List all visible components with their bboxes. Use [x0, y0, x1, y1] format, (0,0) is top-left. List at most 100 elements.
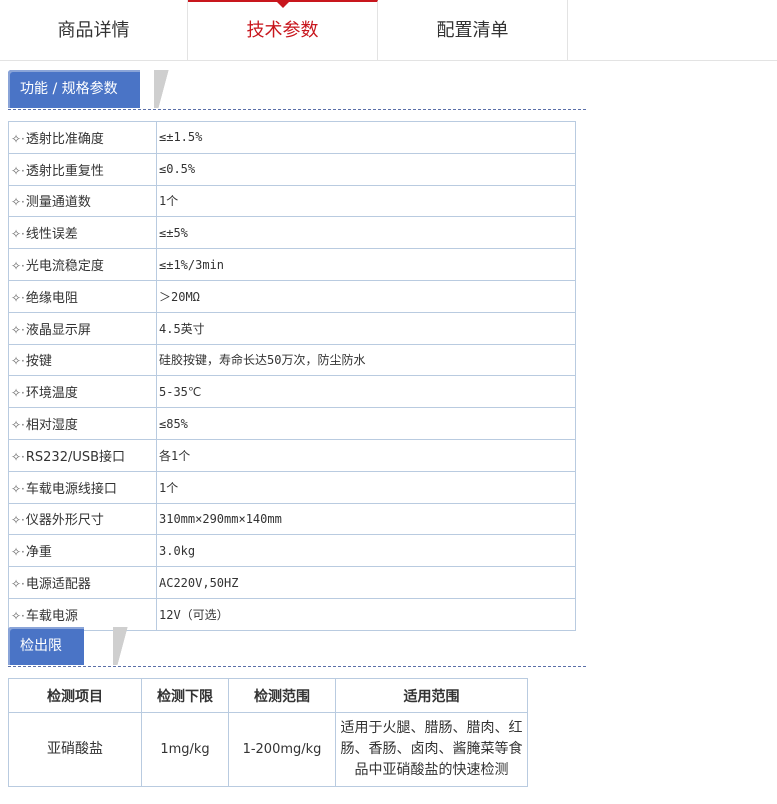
spec-key: ✧·环境温度	[8, 375, 157, 409]
spec-key-label: 绝缘电阻	[25, 290, 78, 306]
spec-key-label: 按键	[25, 354, 52, 370]
spec-key-label: 净重	[25, 545, 52, 561]
sparkle-bullet-icon: ✧·	[11, 131, 25, 146]
table-row: ✧·车载电源 12V（可选）	[8, 597, 576, 631]
detect-scope: 适用于火腿、腊肠、腊肉、红肠、香肠、卤肉、酱腌菜等食品中亚硝酸盐的快速检测	[335, 712, 528, 787]
sparkle-bullet-icon: ✧·	[11, 163, 25, 178]
spec-table: ✧·透射比准确度 ≤±1.5% ✧·透射比重复性 ≤0.5% ✧·测量通道数 1个 ✧·线性…	[8, 121, 576, 631]
table-row: ✧·液晶显示屏 4.5英寸	[8, 311, 576, 345]
spec-value: ≤±1%/3min	[156, 248, 576, 281]
section-divider	[8, 109, 586, 110]
sparkle-bullet-icon: ✧·	[11, 386, 25, 401]
detect-section-header: 检出限	[8, 627, 586, 667]
table-row: ✧·电源适配器 AC220V,50HZ	[8, 566, 576, 599]
sparkle-bullet-icon: ✧·	[11, 259, 25, 274]
spec-key: ✧·净重	[8, 534, 157, 568]
section-slant-decoration	[113, 627, 135, 665]
sparkle-bullet-icon: ✧·	[11, 354, 25, 369]
table-row: ✧·线性误差 ≤±5%	[8, 216, 576, 250]
sparkle-bullet-icon: ✧·	[11, 608, 25, 623]
spec-key-label: RS232/USB接口	[25, 449, 126, 465]
tab-config-list[interactable]: 配置清单	[378, 0, 568, 60]
spec-key-label: 仪器外形尺寸	[25, 513, 104, 529]
spec-section-title: 功能 / 规格参数	[8, 70, 140, 108]
spec-key-label: 线性误差	[25, 227, 78, 243]
spec-value: 各1个	[156, 438, 576, 472]
spec-section-header: 功能 / 规格参数	[8, 70, 586, 110]
spec-key-label: 车载电源	[25, 608, 78, 624]
spec-value: 4.5英寸	[156, 311, 576, 345]
spec-key: ✧·透射比重复性	[8, 152, 157, 186]
spec-value: ≤±5%	[156, 216, 576, 250]
spec-key-label: 液晶显示屏	[25, 322, 91, 338]
sparkle-bullet-icon: ✧·	[11, 545, 25, 560]
sparkle-bullet-icon: ✧·	[11, 577, 25, 592]
spec-value: 5-35℃	[156, 375, 576, 409]
table-row: ✧·净重 3.0kg	[8, 534, 576, 568]
section-divider	[8, 666, 586, 667]
sparkle-bullet-icon: ✧·	[11, 481, 25, 496]
spec-key: ✧·透射比准确度	[8, 121, 157, 154]
spec-value: AC220V,50HZ	[156, 566, 576, 599]
spec-value: ≤85%	[156, 407, 576, 440]
spec-key: ✧·线性误差	[8, 216, 157, 250]
spec-key: ✧·电源适配器	[8, 566, 157, 599]
section-slant-decoration	[154, 70, 176, 108]
spec-key-label: 光电流稳定度	[25, 259, 104, 275]
table-row: ✧·透射比准确度 ≤±1.5%	[8, 121, 576, 154]
sparkle-bullet-icon: ✧·	[11, 418, 25, 433]
product-tabs: 商品详情 技术参数 配置清单	[0, 0, 777, 61]
spec-value: 1个	[156, 470, 576, 504]
detect-header-lower: 检测下限	[141, 678, 229, 713]
table-row: ✧·RS232/USB接口 各1个	[8, 438, 576, 472]
spec-key-label: 车载电源线接口	[25, 481, 117, 497]
detect-range: 1-200mg/kg	[228, 712, 336, 787]
table-row: ✧·绝缘电阻 ＞20MΩ	[8, 279, 576, 313]
table-row: ✧·按键 硅胶按键，寿命长达50万次，防尘防水	[8, 343, 576, 377]
spec-key-label: 测量通道数	[25, 195, 91, 211]
detect-item: 亚硝酸盐	[8, 712, 142, 787]
sparkle-bullet-icon: ✧·	[11, 195, 25, 210]
spec-key-label: 透射比重复性	[25, 163, 104, 179]
spec-key: ✧·仪器外形尺寸	[8, 502, 157, 536]
spec-key-label: 相对湿度	[25, 418, 78, 434]
sparkle-bullet-icon: ✧·	[11, 322, 25, 337]
tab-product-details[interactable]: 商品详情	[0, 0, 188, 60]
spec-key-label: 透射比准确度	[25, 131, 104, 147]
table-row: ✧·仪器外形尺寸 310mm×290mm×140mm	[8, 502, 576, 536]
spec-key: ✧·测量通道数	[8, 184, 157, 218]
spec-value: 1个	[156, 184, 576, 218]
active-tab-indicator	[276, 2, 289, 8]
tab-tech-params-label: 技术参数	[246, 20, 319, 41]
table-row: ✧·光电流稳定度 ≤±1%/3min	[8, 248, 576, 281]
sparkle-bullet-icon: ✧·	[11, 513, 25, 528]
table-row: 亚硝酸盐 1mg/kg 1-200mg/kg 适用于火腿、腊肠、腊肉、红肠、香肠…	[8, 712, 528, 787]
spec-key-label: 环境温度	[25, 386, 78, 402]
detect-header-scope: 适用范围	[335, 678, 528, 713]
table-row: ✧·环境温度 5-35℃	[8, 375, 576, 409]
sparkle-bullet-icon: ✧·	[11, 449, 25, 464]
tab-tech-params[interactable]: 技术参数	[188, 0, 378, 60]
detect-lower: 1mg/kg	[141, 712, 229, 787]
table-row: ✧·测量通道数 1个	[8, 184, 576, 218]
spec-key: ✧·绝缘电阻	[8, 279, 157, 313]
table-row: ✧·车载电源线接口 1个	[8, 470, 576, 504]
detect-header-range: 检测范围	[228, 678, 336, 713]
spec-value: 硅胶按键，寿命长达50万次，防尘防水	[156, 343, 576, 377]
table-row: ✧·相对湿度 ≤85%	[8, 407, 576, 440]
spec-value: 310mm×290mm×140mm	[156, 502, 576, 536]
spec-value: 12V（可选）	[156, 597, 576, 631]
detect-section-title: 检出限	[8, 627, 84, 665]
spec-key: ✧·液晶显示屏	[8, 311, 157, 345]
spec-key: ✧·按键	[8, 343, 157, 377]
table-row: ✧·透射比重复性 ≤0.5%	[8, 152, 576, 186]
detection-table: 检测项目 检测下限 检测范围 适用范围 亚硝酸盐 1mg/kg 1-200mg/…	[8, 678, 528, 787]
spec-key: ✧·光电流稳定度	[8, 248, 157, 281]
spec-key: ✧·相对湿度	[8, 407, 157, 440]
spec-value: ≤±1.5%	[156, 121, 576, 154]
detect-header-item: 检测项目	[8, 678, 142, 713]
spec-key: ✧·车载电源线接口	[8, 470, 157, 504]
spec-key: ✧·车载电源	[8, 597, 157, 631]
spec-value: ≤0.5%	[156, 152, 576, 186]
spec-value: ＞20MΩ	[156, 279, 576, 313]
